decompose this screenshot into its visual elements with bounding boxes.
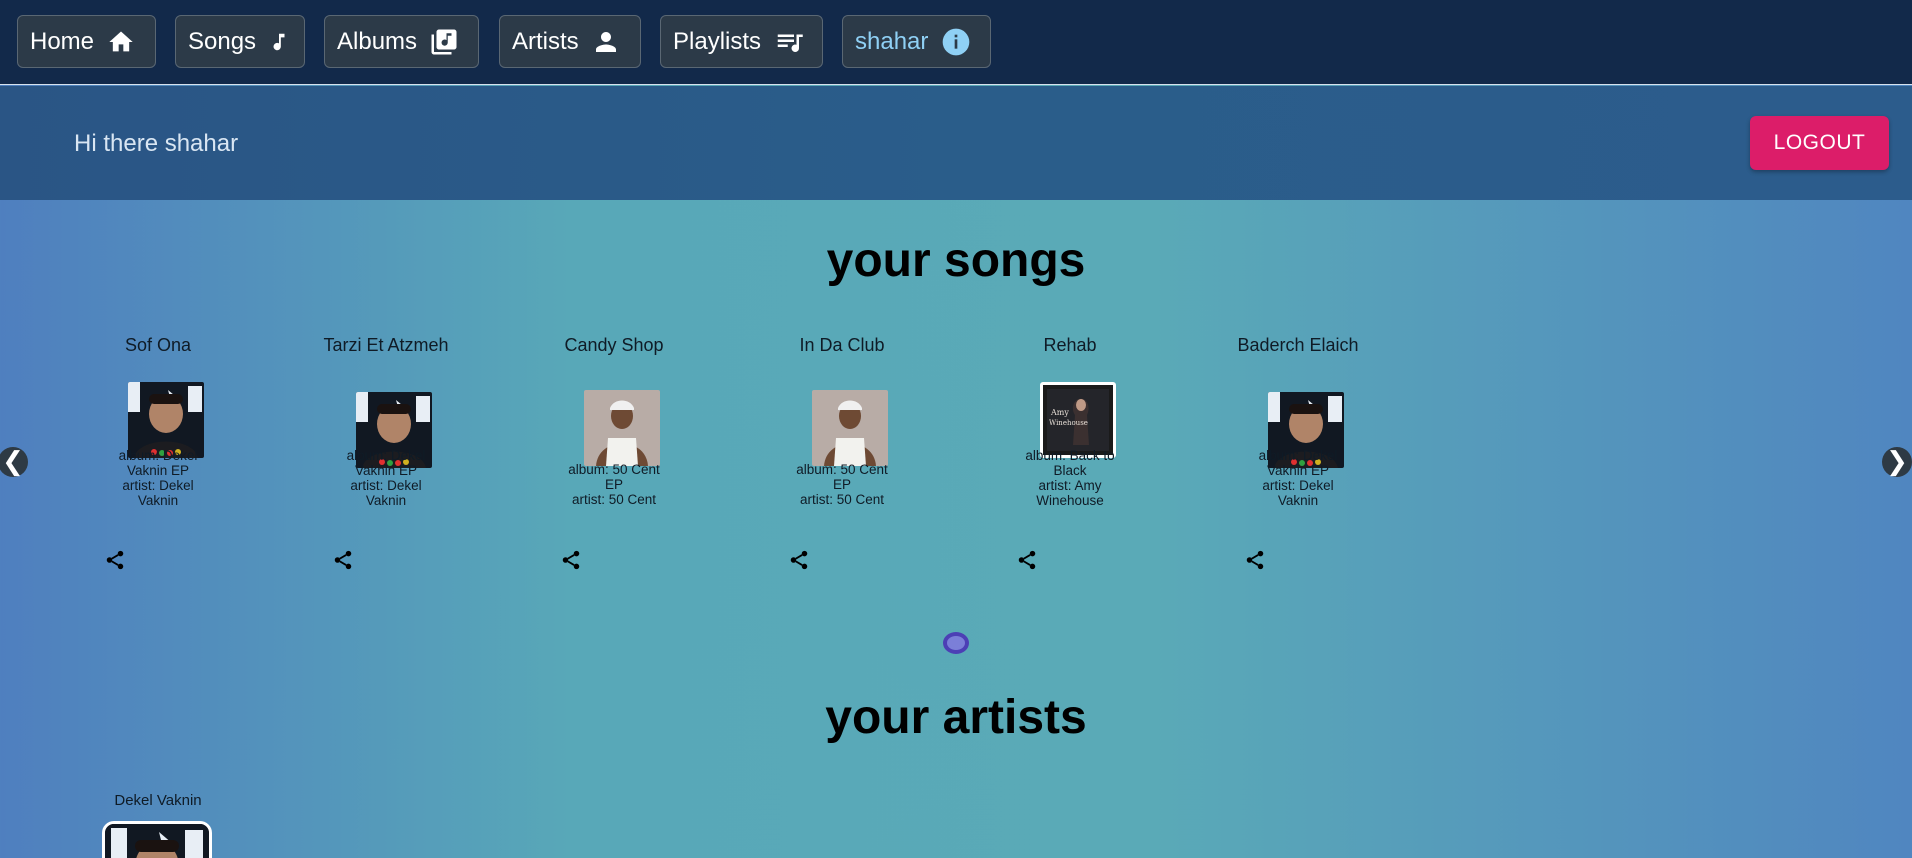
song-artist: artist: 50 Cent bbox=[799, 492, 885, 507]
song-title: Rehab bbox=[1043, 335, 1097, 355]
share-icon[interactable] bbox=[1016, 549, 1038, 571]
share-icon[interactable] bbox=[104, 549, 126, 571]
50-cent-cover bbox=[812, 390, 888, 466]
song-artist: artist: Amy Winehouse bbox=[1036, 478, 1104, 508]
music-note-icon bbox=[268, 27, 290, 57]
song-cover-image[interactable] bbox=[584, 390, 660, 466]
songs-section-title: your songs bbox=[826, 234, 1086, 287]
nav-songs-label: Songs bbox=[188, 27, 257, 55]
carousel-prev-arrow[interactable]: ❮ bbox=[0, 447, 28, 477]
share-icon[interactable] bbox=[560, 549, 582, 571]
song-album: album: Back to Black bbox=[1025, 448, 1115, 478]
info-icon bbox=[940, 26, 972, 58]
artists-section-title: your artists bbox=[825, 691, 1087, 744]
song-artist: artist: Dekel Vaknin bbox=[1262, 478, 1334, 508]
song-cover-image[interactable]: Amy Winehouse bbox=[1040, 382, 1116, 458]
nav-home-button[interactable]: Home bbox=[17, 15, 156, 68]
song-album: album: 50 Cent EP bbox=[568, 462, 660, 492]
nav-albums-label: Albums bbox=[337, 27, 418, 55]
song-title: In Da Club bbox=[799, 335, 885, 355]
person-icon bbox=[591, 27, 621, 57]
song-album: album: 50 Cent EP bbox=[796, 462, 888, 492]
song-album: album: Dekel Vaknin EP bbox=[346, 448, 426, 478]
share-icon[interactable] bbox=[332, 549, 354, 571]
dekel-vaknin-cover bbox=[128, 382, 204, 458]
svg-text:Amy: Amy bbox=[1050, 408, 1069, 417]
song-meta: album: Back to Black artist: Amy Winehou… bbox=[1020, 448, 1120, 508]
share-icon[interactable] bbox=[1244, 549, 1266, 571]
song-cover-image[interactable] bbox=[812, 390, 888, 466]
nav-user-label: shahar bbox=[855, 27, 929, 55]
home-icon bbox=[106, 28, 136, 56]
song-meta: album: Dekel Vaknin EP artist: Dekel Vak… bbox=[108, 448, 208, 508]
song-artist: artist: Dekel Vaknin bbox=[350, 478, 422, 508]
carousel-next-arrow[interactable]: ❯ bbox=[1882, 447, 1912, 477]
song-meta: album: 50 Cent EP artist: 50 Cent bbox=[564, 462, 664, 507]
nav-user-button[interactable]: shahar bbox=[842, 15, 991, 68]
library-music-icon bbox=[429, 27, 459, 57]
song-album: album: Dekel Vaknin EP bbox=[1258, 448, 1338, 478]
song-title: Baderch Elaich bbox=[1237, 335, 1359, 355]
artist-name: Dekel Vaknin bbox=[114, 792, 202, 809]
song-artist: artist: Dekel Vaknin bbox=[122, 478, 194, 508]
song-card[interactable]: Sof Ona album: Dekel Vaknin EP artist: D… bbox=[88, 335, 228, 575]
song-album: album: Dekel Vaknin EP bbox=[118, 448, 198, 478]
nav-artists-button[interactable]: Artists bbox=[499, 15, 641, 68]
song-title: Sof Ona bbox=[124, 335, 192, 355]
song-meta: album: Dekel Vaknin EP artist: Dekel Vak… bbox=[1248, 448, 1348, 508]
nav-songs-button[interactable]: Songs bbox=[175, 15, 305, 68]
song-title: Tarzi Et Atzmeh bbox=[323, 335, 449, 355]
nav-playlists-label: Playlists bbox=[673, 27, 762, 55]
song-meta: album: 50 Cent EP artist: 50 Cent bbox=[792, 462, 892, 507]
song-card[interactable]: In Da Club album: 50 Cent EP artist: 50 … bbox=[772, 335, 912, 575]
logout-button[interactable]: LOGOUT bbox=[1750, 116, 1889, 170]
song-title: Candy Shop bbox=[564, 335, 664, 355]
song-meta: album: Dekel Vaknin EP artist: Dekel Vak… bbox=[336, 448, 436, 508]
song-card[interactable]: Tarzi Et Atzmeh album: Dekel Vaknin EP a… bbox=[316, 335, 456, 575]
back-to-black-cover: Amy Winehouse bbox=[1043, 385, 1113, 455]
nav-albums-button[interactable]: Albums bbox=[324, 15, 479, 68]
nav-artists-label: Artists bbox=[512, 27, 579, 55]
nav-playlists-button[interactable]: Playlists bbox=[660, 15, 823, 68]
song-cover-image[interactable] bbox=[128, 382, 204, 458]
playlist-icon bbox=[773, 27, 805, 57]
song-card[interactable]: Candy Shop album: 50 Cent EP artist: 50 … bbox=[544, 335, 684, 575]
nav-home-label: Home bbox=[30, 27, 95, 55]
greeting-bar: Hi there shahar LOGOUT bbox=[0, 86, 1912, 200]
artist-image[interactable] bbox=[102, 821, 212, 858]
share-icon[interactable] bbox=[788, 549, 810, 571]
song-card[interactable]: Rehab Amy Winehouse album: Back to Black… bbox=[1000, 335, 1140, 575]
greeting-text: Hi there shahar bbox=[74, 130, 239, 157]
svg-text:Winehouse: Winehouse bbox=[1049, 419, 1088, 427]
top-navbar: Home Songs Albums Artists Playlists shah… bbox=[0, 0, 1912, 85]
50-cent-cover bbox=[584, 390, 660, 466]
song-card[interactable]: Baderch Elaich album: Dekel Vaknin EP ar… bbox=[1228, 335, 1368, 575]
song-artist: artist: 50 Cent bbox=[571, 492, 657, 507]
carousel-page-indicator[interactable] bbox=[943, 632, 969, 654]
